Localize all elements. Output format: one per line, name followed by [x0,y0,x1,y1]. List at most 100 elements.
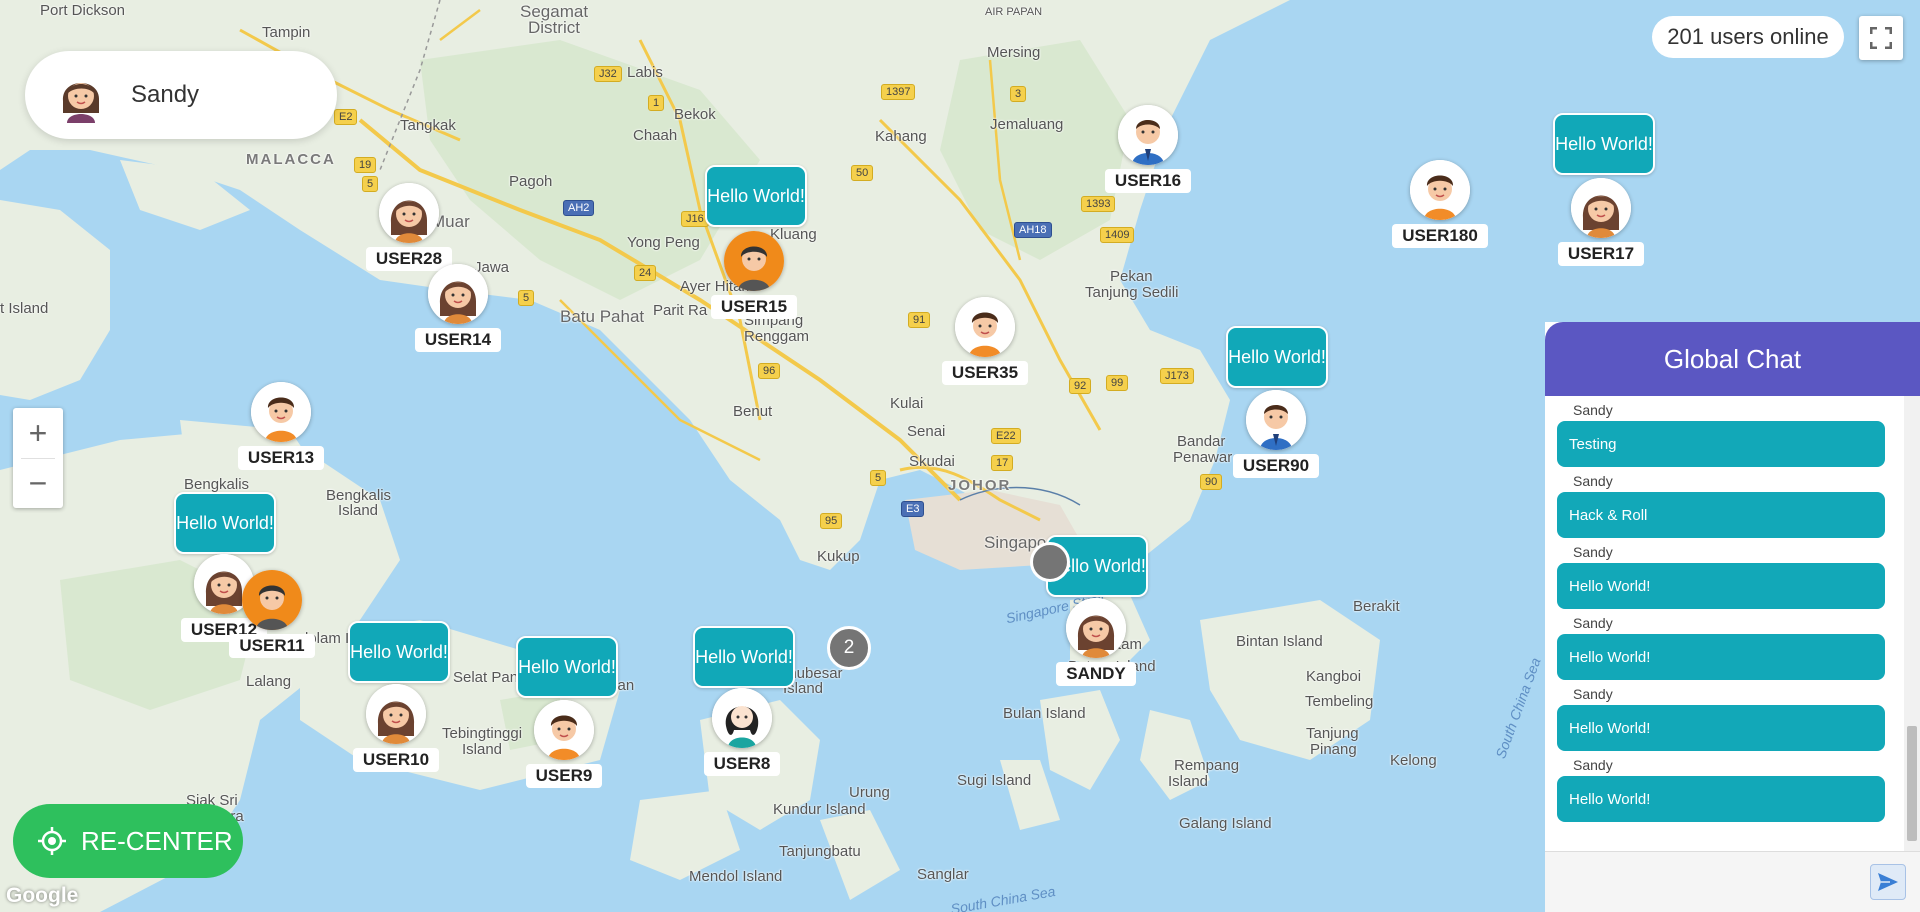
route-shield: 1409 [1100,227,1135,243]
message-sender: Sandy [1573,544,1613,560]
chat-scrollbar[interactable] [1904,396,1920,896]
place-label: Sanglar [917,866,969,883]
crosshair-icon [38,827,66,855]
place-label: Tanjungbatu [779,843,861,860]
place-label: Mersing [987,44,1041,61]
chat-message: Sandy Hello World! [1557,683,1903,751]
place-label: Kangboi [1306,668,1362,685]
place-label: Tanjung [1306,725,1359,742]
place-label: Kluang [770,226,817,243]
user-label: USER180 [1392,224,1488,248]
user-avatar-icon [379,183,439,243]
divider [21,458,55,459]
route-shield: 5 [870,470,887,486]
user-label: USER90 [1232,454,1320,478]
message-sender: Sandy [1573,686,1613,702]
user-label-wrap: USER35 [935,361,1035,385]
route-shield: 90 [1200,474,1223,490]
chat-bubble: Hello World! [705,165,807,227]
route-shield: 1393 [1081,196,1116,212]
route-shield: 50 [851,165,874,181]
chat-bubble: Hello World! [516,636,618,698]
route-shield: 5 [362,176,379,192]
chat-bubble: Hello World! [348,621,450,683]
user-label-wrap: USER8 [692,752,792,776]
place-label: Mendol Island [689,868,783,885]
zoom-control: + − [13,408,63,508]
place-label: Renggam [744,328,810,345]
route-shield: 5 [518,290,535,306]
message-text: Hello World! [1557,634,1885,680]
place-label: Penawar [1173,449,1233,466]
fullscreen-button[interactable] [1859,16,1903,60]
scrollbar-thumb[interactable] [1907,726,1917,841]
route-shield: AH18 [1014,222,1052,238]
route-shield: 92 [1069,378,1092,394]
chat-input-row [1545,851,1920,912]
profile-name: Sandy [131,81,200,108]
place-label: Urung [849,784,890,801]
send-icon [1878,873,1898,891]
message-text: Hello World! [1557,563,1885,609]
message-sender: Sandy [1573,615,1613,631]
user-label: USER13 [237,446,325,470]
user-label-wrap: USER17 [1551,242,1651,266]
route-shield: 95 [820,513,843,529]
chat-message: Sandy Hello World! [1557,612,1903,680]
place-label: Parit Ra [653,302,708,319]
place-label: Bengkalis [184,476,250,493]
message-sender: Sandy [1573,473,1613,489]
chat-bubble: Hello World! [1226,326,1328,388]
chat-message-list[interactable]: Sandy Testing Sandy Hack & Roll Sandy Hello W… [1545,396,1903,896]
place-label: District [528,18,580,37]
user-label: USER28 [365,247,453,271]
message-text: Testing [1557,421,1885,467]
user-label-wrap: USER14 [408,328,508,352]
place-label: Kelong [1390,752,1437,769]
route-shield: 91 [908,312,931,328]
route-shield: 99 [1106,375,1129,391]
user-avatar-icon [1571,178,1631,238]
message-text: Hack & Roll [1557,492,1885,538]
global-chat-panel: Global Chat Sandy Testing Sandy Hack & Roll… [1545,322,1920,912]
place-label: Jemaluang [990,116,1064,133]
place-label: Berakit [1353,598,1400,615]
avatar [53,67,109,123]
chat-message: Sandy Hack & Roll [1557,470,1903,538]
online-users-badge: 201 users online [1652,16,1844,58]
chat-message: Sandy Hello World! [1557,754,1903,822]
route-shield: 17 [991,455,1014,471]
recenter-button[interactable]: RE-CENTER [13,804,243,878]
place-label: Island [462,741,503,758]
place-label: Pekan [1110,268,1153,285]
user-avatar-icon [1066,598,1126,658]
user-label: USER17 [1557,242,1645,266]
place-label: Pagoh [509,173,553,190]
user-label-wrap: USER9 [514,764,614,788]
route-shield: AH2 [563,200,595,216]
user-avatar-icon [724,231,784,291]
cluster-marker[interactable] [1030,542,1070,582]
route-shield: J173 [1160,368,1194,384]
send-button[interactable] [1870,864,1906,900]
user-label-wrap: USER15 [704,295,804,319]
profile-card[interactable]: Sandy [25,51,337,139]
user-label: USER8 [703,752,781,776]
cluster-marker[interactable]: 2 [827,626,871,670]
user-label: USER15 [710,295,798,319]
zoom-out-button[interactable]: − [13,458,63,508]
user-avatar-icon [251,382,311,442]
route-shield: E2 [334,109,358,125]
user-label: USER9 [525,764,603,788]
user-avatar-icon [1410,160,1470,220]
message-sender: Sandy [1573,757,1613,773]
chat-bubble: Hello World! [1553,113,1655,175]
message-text: Hello World! [1557,776,1885,822]
zoom-in-button[interactable]: + [13,408,63,458]
place-label: Pinang [1310,741,1357,758]
place-label: AIR PAPAN [985,6,1043,18]
user-avatar-icon [428,264,488,324]
user-label-wrap: USER16 [1098,169,1198,193]
chat-input[interactable] [1557,862,1851,902]
chat-bubble: Hello World! [693,626,795,688]
